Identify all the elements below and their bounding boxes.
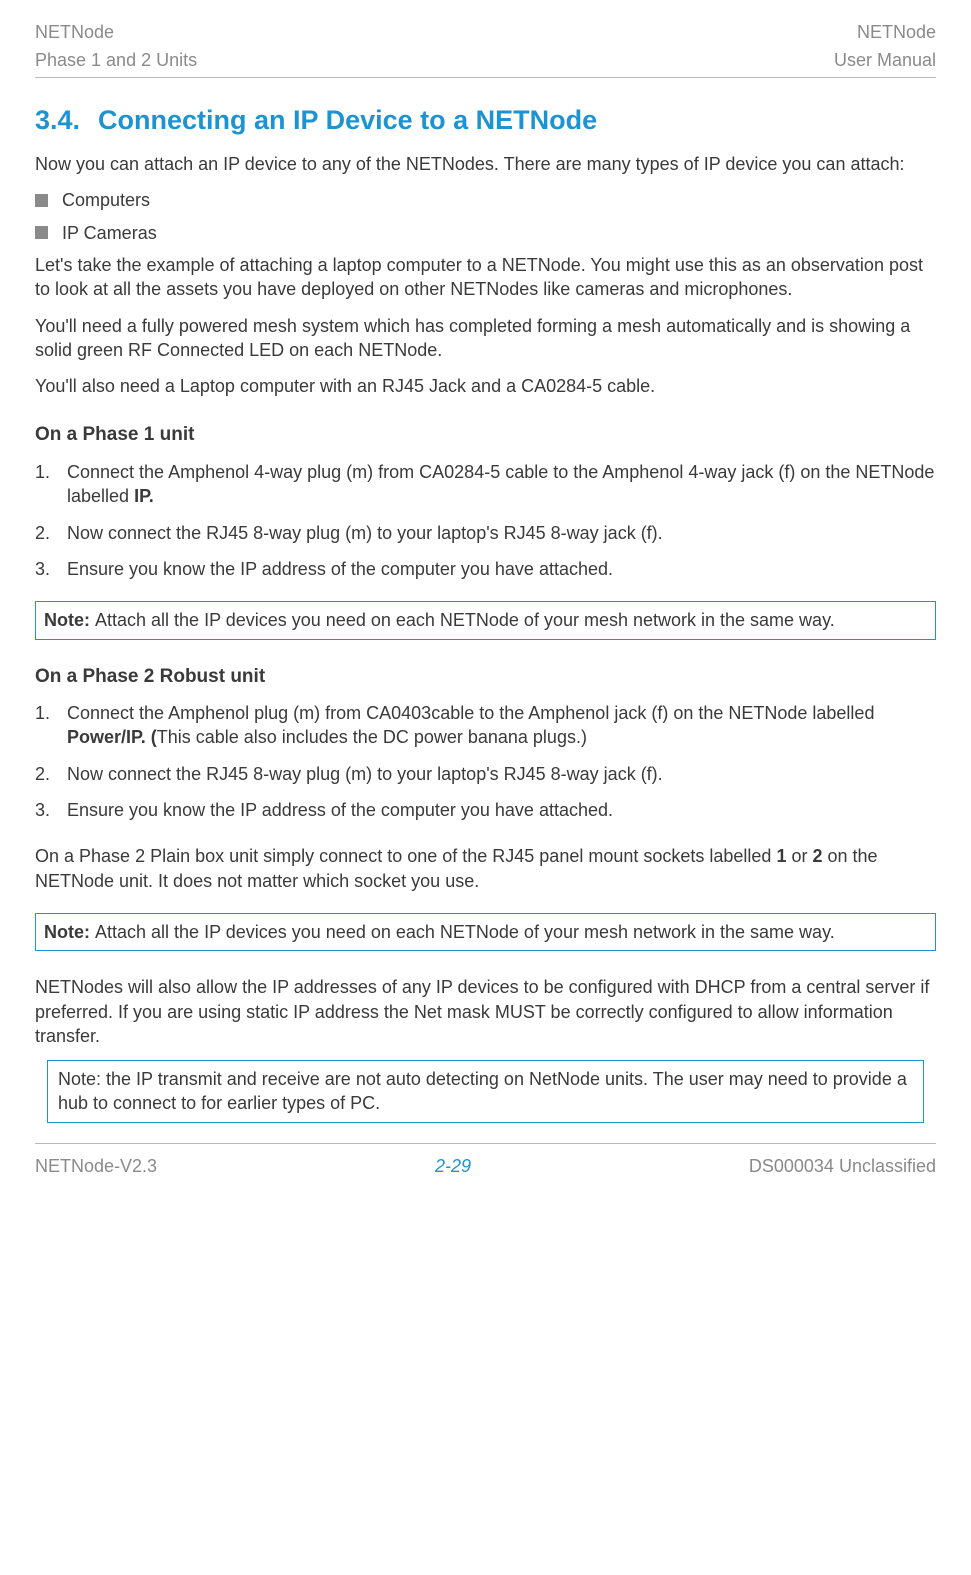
note3-text: Note: the IP transmit and receive are no…: [58, 1069, 907, 1113]
bullet-square-icon: [35, 194, 48, 207]
phase1-step1-text-a: Connect the Amphenol 4-way plug (m) from…: [67, 462, 934, 506]
header-divider: [35, 77, 936, 78]
header-left-bottom: Phase 1 and 2 Units: [35, 48, 197, 72]
phase1-step1-bold: IP.: [134, 486, 154, 506]
footer-right: DS000034 Unclassified: [749, 1154, 936, 1178]
p5-bold-1: 1: [776, 846, 786, 866]
phase2-step1-text-a: Connect the Amphenol plug (m) from CA040…: [67, 703, 874, 723]
phase2-plain-paragraph: On a Phase 2 Plain box unit simply conne…: [35, 844, 936, 893]
p5-bold-2: 2: [812, 846, 822, 866]
footer-row: NETNode-V2.3 2-29 DS000034 Unclassified: [35, 1154, 936, 1178]
requirement-paragraph-1: You'll need a fully powered mesh system …: [35, 314, 936, 363]
phase2-heading: On a Phase 2 Robust unit: [35, 664, 936, 690]
note-box-2: Note: Attach all the IP devices you need…: [35, 913, 936, 951]
p5-text-a: On a Phase 2 Plain box unit simply conne…: [35, 846, 776, 866]
p5-text-b: or: [786, 846, 812, 866]
section-number: 3.4.: [35, 105, 80, 135]
bullet-item-1: Computers: [35, 188, 936, 212]
footer-left: NETNode-V2.3: [35, 1154, 157, 1178]
phase2-step-3: Ensure you know the IP address of the co…: [35, 798, 936, 822]
note-box-1: Note: Attach all the IP devices you need…: [35, 601, 936, 639]
note1-label: Note:: [44, 610, 95, 630]
bullet-text-2: IP Cameras: [62, 221, 157, 245]
section-title: Connecting an IP Device to a NETNode: [98, 105, 597, 135]
phase2-step-2: Now connect the RJ45 8-way plug (m) to y…: [35, 762, 936, 786]
intro-paragraph: Now you can attach an IP device to any o…: [35, 152, 936, 176]
example-paragraph: Let's take the example of attaching a la…: [35, 253, 936, 302]
note2-text: Attach all the IP devices you need on ea…: [95, 922, 835, 942]
note-box-3: Note: the IP transmit and receive are no…: [47, 1060, 924, 1123]
phase2-step1-bold: Power/IP. (: [67, 727, 157, 747]
phase1-step-2: Now connect the RJ45 8-way plug (m) to y…: [35, 521, 936, 545]
phase2-step-1: Connect the Amphenol plug (m) from CA040…: [35, 701, 936, 750]
dhcp-paragraph: NETNodes will also allow the IP addresse…: [35, 975, 936, 1048]
phase1-step-1: Connect the Amphenol 4-way plug (m) from…: [35, 460, 936, 509]
bullet-square-icon: [35, 226, 48, 239]
note2-label: Note:: [44, 922, 95, 942]
footer-divider: NETNode-V2.3 2-29 DS000034 Unclassified: [35, 1143, 936, 1178]
footer-center: 2-29: [435, 1154, 471, 1178]
header-right-bottom: User Manual: [834, 48, 936, 72]
section-heading: 3.4. Connecting an IP Device to a NETNode: [35, 102, 936, 138]
header-right-top: NETNode: [857, 20, 936, 44]
header-left-top: NETNode: [35, 20, 114, 44]
phase1-step-3: Ensure you know the IP address of the co…: [35, 557, 936, 581]
phase1-steps: Connect the Amphenol 4-way plug (m) from…: [35, 460, 936, 581]
requirement-paragraph-2: You'll also need a Laptop computer with …: [35, 374, 936, 398]
note1-text: Attach all the IP devices you need on ea…: [95, 610, 835, 630]
header-row-2: Phase 1 and 2 Units User Manual: [35, 48, 936, 72]
bullet-text-1: Computers: [62, 188, 150, 212]
phase2-steps: Connect the Amphenol plug (m) from CA040…: [35, 701, 936, 822]
bullet-item-2: IP Cameras: [35, 221, 936, 245]
phase1-heading: On a Phase 1 unit: [35, 422, 936, 448]
phase2-step1-text-b: This cable also includes the DC power ba…: [157, 727, 587, 747]
header-row-1: NETNode NETNode: [35, 20, 936, 44]
